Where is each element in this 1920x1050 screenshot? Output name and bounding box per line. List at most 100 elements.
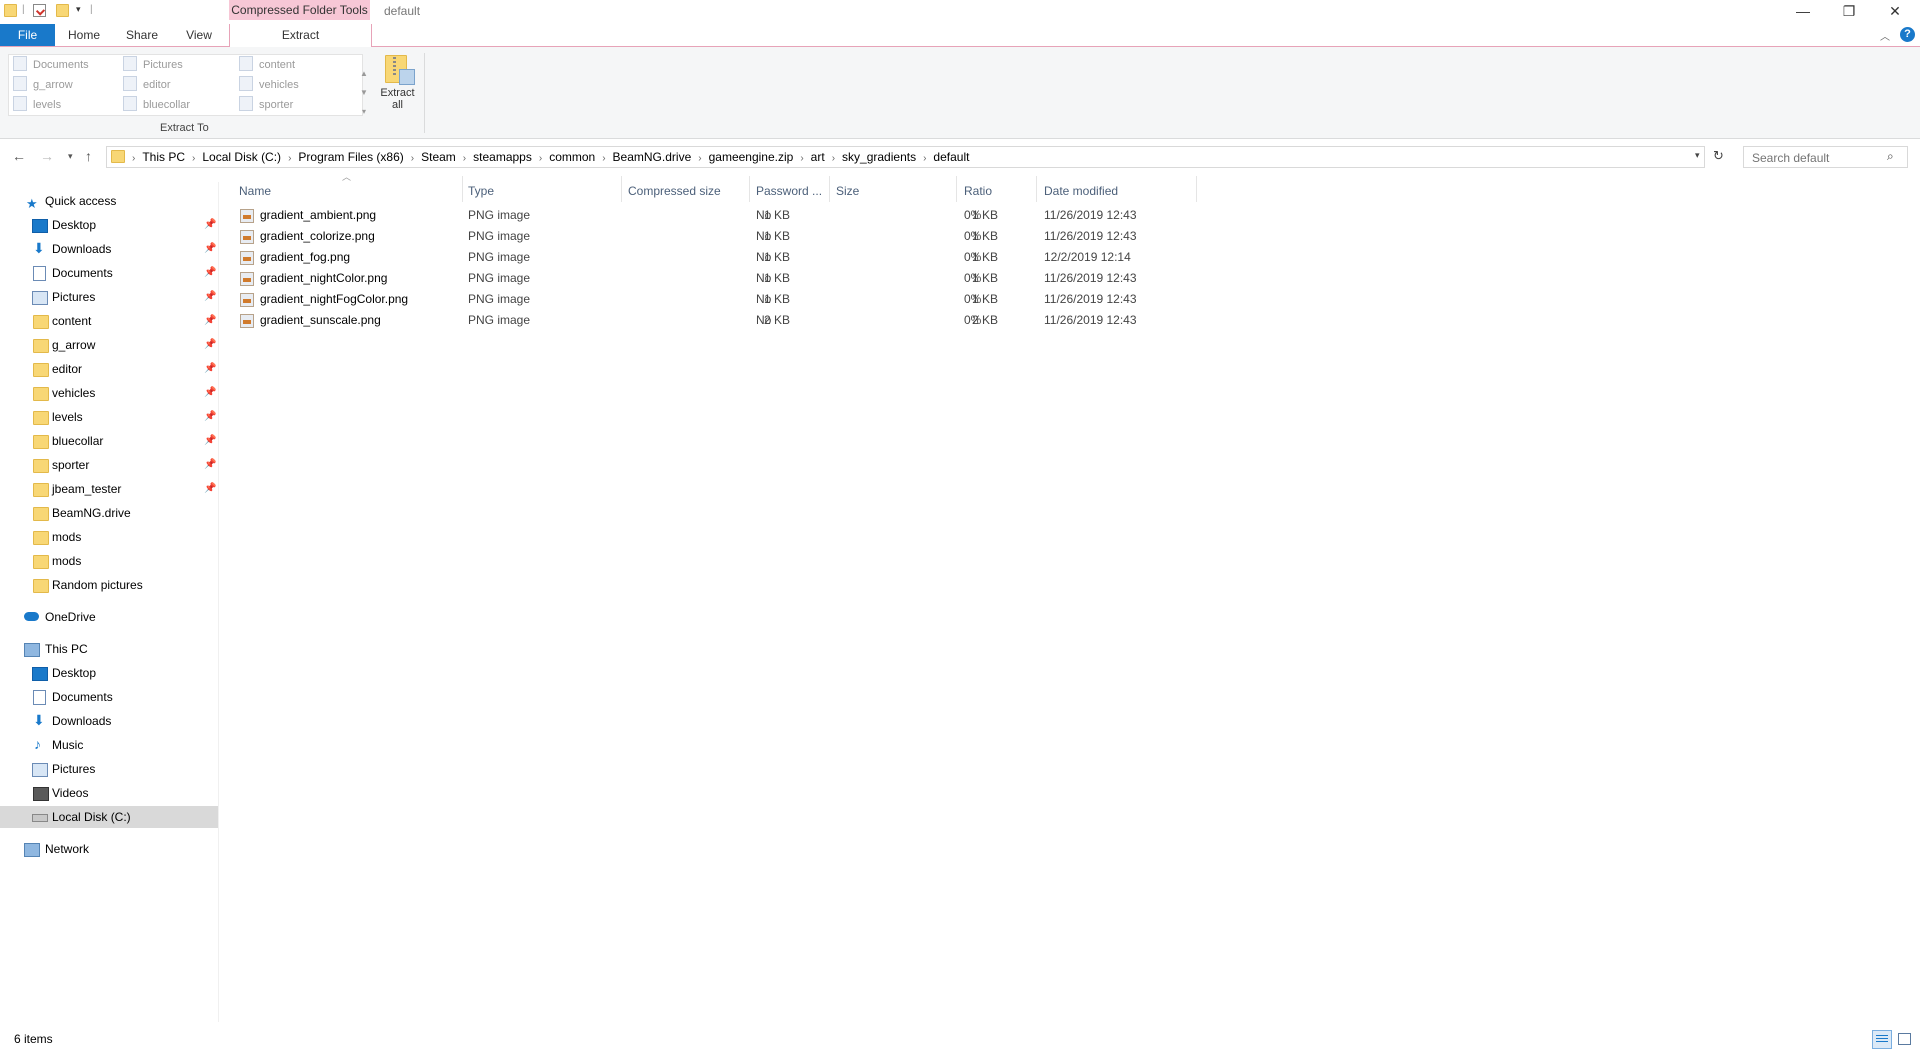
column-divider[interactable] bbox=[829, 176, 830, 202]
sidebar-item-pc-desktop[interactable]: Desktop bbox=[0, 662, 218, 684]
minimize-button[interactable]: — bbox=[1780, 0, 1826, 22]
column-divider[interactable] bbox=[462, 176, 463, 202]
pin-icon[interactable]: 📌 bbox=[204, 238, 216, 260]
tab-view[interactable]: View bbox=[178, 24, 220, 46]
sidebar-item-pc-music[interactable]: ♪ Music bbox=[0, 734, 218, 756]
destination-vehicles[interactable]: vehicles bbox=[239, 76, 299, 94]
destination-pictures[interactable]: Pictures bbox=[123, 56, 183, 74]
sidebar-item-onedrive[interactable]: OneDrive bbox=[0, 606, 218, 628]
table-row[interactable]: gradient_colorize.png PNG image 1 KB No … bbox=[238, 226, 1418, 247]
column-header-password[interactable]: Password ... bbox=[756, 180, 822, 202]
address-bar[interactable]: › This PC › Local Disk (C:) › Program Files (… bbox=[106, 146, 1705, 168]
breadcrumb-art[interactable]: art bbox=[808, 147, 828, 167]
breadcrumb-separator[interactable]: › bbox=[796, 149, 807, 169]
breadcrumb-default[interactable]: default bbox=[930, 147, 972, 167]
breadcrumb-steamapps[interactable]: steamapps bbox=[470, 147, 535, 167]
breadcrumb-separator[interactable]: › bbox=[284, 149, 295, 169]
sidebar-item-mods[interactable]: mods bbox=[0, 526, 218, 548]
customize-quick-access-icon[interactable]: ▾ bbox=[76, 4, 90, 18]
breadcrumb-beamng-drive[interactable]: BeamNG.drive bbox=[610, 147, 695, 167]
address-dropdown-icon[interactable]: ▾ bbox=[1695, 150, 1700, 161]
table-row[interactable]: gradient_nightColor.png PNG image 1 KB N… bbox=[238, 268, 1418, 289]
breadcrumb-separator[interactable]: › bbox=[407, 149, 418, 169]
new-folder-icon[interactable] bbox=[56, 4, 70, 18]
column-divider[interactable] bbox=[956, 176, 957, 202]
sidebar-item-network[interactable]: Network bbox=[0, 838, 218, 860]
restore-button[interactable]: ❐ bbox=[1826, 0, 1872, 22]
pin-icon[interactable]: 📌 bbox=[204, 406, 216, 428]
close-button[interactable]: ✕ bbox=[1872, 0, 1918, 22]
destination-editor[interactable]: editor bbox=[123, 76, 171, 94]
recent-locations-button[interactable]: ▾ bbox=[68, 151, 73, 162]
sidebar-item-bluecollar[interactable]: bluecollar 📌 bbox=[0, 430, 218, 452]
search-box[interactable]: ⌕ bbox=[1743, 146, 1908, 168]
breadcrumb-separator[interactable]: › bbox=[188, 149, 199, 169]
sidebar-item-vehicles[interactable]: vehicles 📌 bbox=[0, 382, 218, 404]
breadcrumb-separator[interactable]: › bbox=[535, 149, 546, 169]
pin-icon[interactable]: 📌 bbox=[204, 334, 216, 356]
pin-icon[interactable]: 📌 bbox=[204, 478, 216, 500]
destination-bluecollar[interactable]: bluecollar bbox=[123, 96, 190, 114]
sidebar-item-pictures[interactable]: Pictures 📌 bbox=[0, 286, 218, 308]
sidebar-item-content[interactable]: content 📌 bbox=[0, 310, 218, 332]
destination-sporter[interactable]: sporter bbox=[239, 96, 293, 114]
pin-icon[interactable]: 📌 bbox=[204, 430, 216, 452]
sidebar-item-pc-pictures[interactable]: Pictures bbox=[0, 758, 218, 780]
sidebar-item-levels[interactable]: levels 📌 bbox=[0, 406, 218, 428]
pin-icon[interactable]: 📌 bbox=[204, 310, 216, 332]
pin-icon[interactable]: 📌 bbox=[204, 286, 216, 308]
breadcrumb-separator[interactable]: › bbox=[919, 149, 930, 169]
breadcrumb-steam[interactable]: Steam bbox=[418, 147, 459, 167]
sidebar-item-downloads[interactable]: ⬇ Downloads 📌 bbox=[0, 238, 218, 260]
destination-g-arrow[interactable]: g_arrow bbox=[13, 76, 73, 94]
destination-documents[interactable]: Documents bbox=[13, 56, 89, 74]
column-header-ratio[interactable]: Ratio bbox=[964, 180, 992, 202]
collapse-ribbon-icon[interactable]: ︿ bbox=[1880, 28, 1890, 43]
sidebar-item-local-disk[interactable]: Local Disk (C:) bbox=[0, 806, 218, 828]
forward-button[interactable]: → bbox=[40, 148, 54, 164]
destination-content[interactable]: content bbox=[239, 56, 295, 74]
breadcrumb-separator[interactable]: › bbox=[128, 149, 139, 169]
search-input[interactable] bbox=[1750, 150, 1884, 166]
sidebar-item-pc-documents[interactable]: Documents bbox=[0, 686, 218, 708]
breadcrumb-separator[interactable]: › bbox=[598, 149, 609, 169]
sidebar-item-editor[interactable]: editor 📌 bbox=[0, 358, 218, 380]
table-row[interactable]: gradient_fog.png PNG image 1 KB No 1 KB … bbox=[238, 247, 1418, 268]
pin-icon[interactable]: 📌 bbox=[204, 382, 216, 404]
breadcrumb-common[interactable]: common bbox=[546, 147, 598, 167]
large-icons-view-icon[interactable] bbox=[1895, 1030, 1913, 1047]
table-row[interactable]: gradient_sunscale.png PNG image 2 KB No … bbox=[238, 310, 1418, 331]
column-header-compressed-size[interactable]: Compressed size bbox=[628, 180, 721, 202]
column-header-size[interactable]: Size bbox=[836, 180, 859, 202]
breadcrumb-local-disk[interactable]: Local Disk (C:) bbox=[199, 147, 284, 167]
tab-home[interactable]: Home bbox=[62, 24, 106, 46]
sidebar-item-beamng-drive[interactable]: BeamNG.drive bbox=[0, 502, 218, 524]
help-icon[interactable]: ? bbox=[1900, 27, 1915, 42]
breadcrumb-this-pc[interactable]: This PC bbox=[139, 147, 188, 167]
pin-icon[interactable]: 📌 bbox=[204, 358, 216, 380]
sidebar-item-mods[interactable]: mods bbox=[0, 550, 218, 572]
sidebar-item-documents[interactable]: Documents 📌 bbox=[0, 262, 218, 284]
sidebar-item-sporter[interactable]: sporter 📌 bbox=[0, 454, 218, 476]
extract-all-button[interactable]: Extract all bbox=[375, 53, 420, 119]
sidebar-item-this-pc[interactable]: This PC bbox=[0, 638, 218, 660]
column-divider[interactable] bbox=[749, 176, 750, 202]
back-button[interactable]: ← bbox=[12, 148, 26, 164]
column-header-name[interactable]: Name bbox=[239, 180, 271, 202]
destination-levels[interactable]: levels bbox=[13, 96, 61, 114]
sidebar-item-g-arrow[interactable]: g_arrow 📌 bbox=[0, 334, 218, 356]
breadcrumb-gameengine-zip[interactable]: gameengine.zip bbox=[706, 147, 797, 167]
sidebar-item-pc-downloads[interactable]: ⬇ Downloads bbox=[0, 710, 218, 732]
breadcrumb-separator[interactable]: › bbox=[694, 149, 705, 169]
tab-extract[interactable]: Extract bbox=[229, 24, 372, 47]
refresh-icon[interactable]: ↻ bbox=[1713, 148, 1724, 164]
column-divider[interactable] bbox=[1196, 176, 1197, 202]
breadcrumb-separator[interactable]: › bbox=[459, 149, 470, 169]
tab-share[interactable]: Share bbox=[120, 24, 164, 46]
table-row[interactable]: gradient_nightFogColor.png PNG image 1 K… bbox=[238, 289, 1418, 310]
tab-file[interactable]: File bbox=[0, 24, 55, 46]
pin-icon[interactable]: 📌 bbox=[204, 454, 216, 476]
pin-icon[interactable]: 📌 bbox=[204, 262, 216, 284]
sidebar-item-quick-access[interactable]: ★ Quick access bbox=[0, 190, 218, 212]
sidebar-item-desktop[interactable]: Desktop 📌 bbox=[0, 214, 218, 236]
